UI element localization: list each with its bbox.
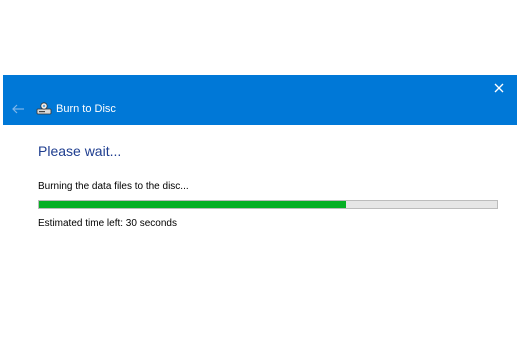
disc-burn-icon xyxy=(36,102,52,116)
title-bar: Burn to Disc xyxy=(3,75,517,125)
back-arrow-icon xyxy=(11,102,27,116)
back-button[interactable] xyxy=(11,102,27,116)
screen: Burn to Disc Please wait... Burning the … xyxy=(0,0,519,340)
page-heading: Please wait... xyxy=(38,143,122,159)
burn-to-disc-dialog: Burn to Disc Please wait... Burning the … xyxy=(3,75,517,275)
progress-bar xyxy=(38,200,498,209)
time-remaining: Estimated time left: 30 seconds xyxy=(38,218,177,229)
window-title: Burn to Disc xyxy=(56,103,116,115)
status-message: Burning the data files to the disc... xyxy=(38,181,189,192)
close-icon xyxy=(489,78,509,98)
progress-bar-fill xyxy=(39,201,346,208)
close-button[interactable] xyxy=(489,78,509,98)
